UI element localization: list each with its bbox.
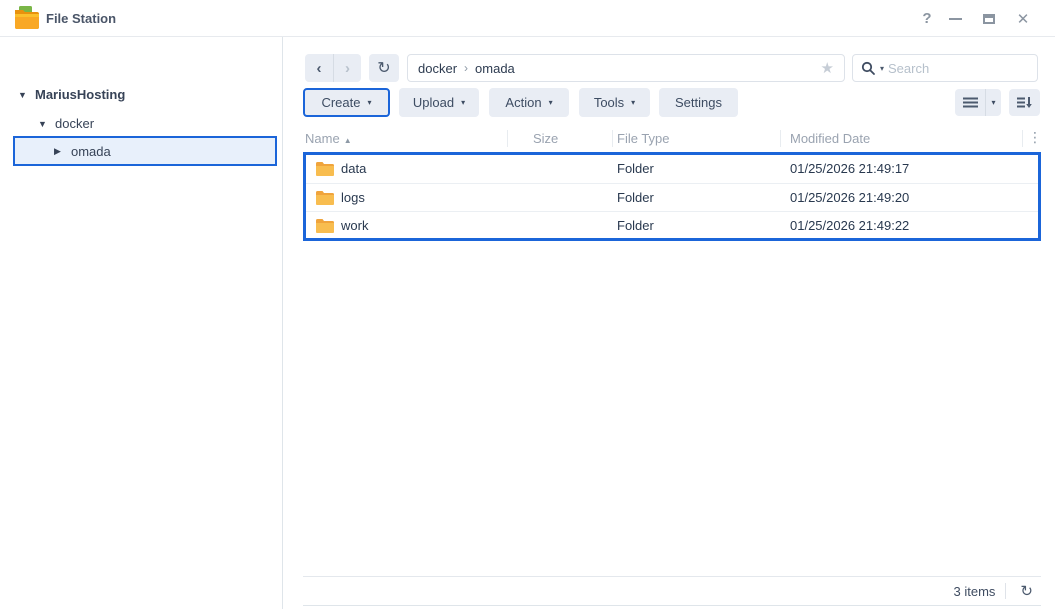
help-icon[interactable]: ? <box>912 0 942 37</box>
sidebar-item-mariushosting[interactable]: ▼ MariusHosting <box>18 87 125 102</box>
column-options-icon[interactable]: ⋮ <box>1028 129 1042 146</box>
breadcrumb-segment-docker[interactable]: docker <box>418 61 457 76</box>
folder-icon <box>316 162 334 179</box>
chevron-down-icon[interactable]: ▾ <box>985 89 1001 116</box>
column-header-modified-date[interactable]: Modified Date <box>790 131 870 146</box>
column-header-name[interactable]: Name ▲ <box>305 131 352 146</box>
app-title: File Station <box>46 11 117 26</box>
title-bar: File Station ? ✕ <box>0 0 1055 37</box>
breadcrumb-separator-icon: › <box>464 61 469 75</box>
tree-expanded-icon[interactable]: ▼ <box>18 90 28 100</box>
file-type: Folder <box>617 161 654 176</box>
table-row-logs[interactable]: logs Folder 01/25/2026 21:49:20 <box>306 183 1038 211</box>
search-box: ▾ <box>852 54 1038 82</box>
action-button[interactable]: Action ▾ <box>489 88 569 117</box>
folder-tree-sidebar: ▼ MariusHosting ▼ docker ▶ omada <box>0 37 283 609</box>
folder-icon <box>316 219 334 236</box>
file-modified-date: 01/25/2026 21:49:22 <box>790 218 910 233</box>
refresh-button[interactable]: ↻ <box>369 54 399 82</box>
sort-asc-icon: ▲ <box>343 136 352 145</box>
file-name: work <box>341 218 369 233</box>
file-modified-date: 01/25/2026 21:49:20 <box>790 190 910 205</box>
sort-icon <box>1016 96 1033 109</box>
file-type: Folder <box>617 218 654 233</box>
tree-item-label: MariusHosting <box>35 87 126 102</box>
breadcrumb-segment-omada[interactable]: omada <box>475 61 515 76</box>
history-nav-group: ‹ › <box>305 54 361 82</box>
maximize-icon[interactable] <box>974 0 1004 37</box>
selected-rows-highlight: data Folder 01/25/2026 21:49:17 logs Fol… <box>303 152 1041 241</box>
favorite-star-icon[interactable]: ★ <box>821 59 834 77</box>
tools-button[interactable]: Tools ▾ <box>579 88 650 117</box>
view-mode-split-button[interactable]: ▾ <box>955 89 1001 116</box>
table-row-work[interactable]: work Folder 01/25/2026 21:49:22 <box>306 211 1038 239</box>
tree-item-label: omada <box>71 143 111 159</box>
list-view-icon[interactable] <box>955 89 985 116</box>
status-divider <box>1005 583 1007 599</box>
search-icon[interactable] <box>861 61 876 76</box>
back-button[interactable]: ‹ <box>305 54 333 82</box>
items-count: 3 items <box>953 583 996 599</box>
column-header-size[interactable]: Size <box>533 131 558 146</box>
refresh-icon[interactable]: ↻ <box>1016 582 1037 600</box>
create-button[interactable]: Create ▾ <box>303 88 390 117</box>
chevron-down-icon: ▾ <box>548 98 553 107</box>
chevron-down-icon: ▾ <box>631 98 636 107</box>
chevron-down-icon: ▾ <box>367 98 372 107</box>
sidebar-item-omada-selected[interactable]: ▶ omada <box>13 136 277 166</box>
search-options-caret-icon[interactable]: ▾ <box>880 64 884 73</box>
close-icon[interactable]: ✕ <box>1008 0 1038 37</box>
tree-expanded-icon[interactable]: ▼ <box>38 119 48 129</box>
file-list-header: Name ▲ Size File Type Modified Date ⋮ <box>303 128 1042 152</box>
tree-item-label: docker <box>55 116 95 131</box>
breadcrumb[interactable]: docker › omada ★ <box>407 54 845 82</box>
file-type: Folder <box>617 190 654 205</box>
column-header-file-type[interactable]: File Type <box>617 131 670 146</box>
tree-collapsed-icon[interactable]: ▶ <box>54 146 64 157</box>
table-row-data[interactable]: data Folder 01/25/2026 21:49:17 <box>306 155 1038 183</box>
status-bar: 3 items ↻ <box>303 576 1041 606</box>
folder-icon <box>316 191 334 208</box>
settings-button[interactable]: Settings <box>659 88 738 117</box>
minimize-icon[interactable] <box>940 0 970 37</box>
forward-button[interactable]: › <box>333 54 361 82</box>
chevron-down-icon: ▾ <box>461 98 466 107</box>
upload-button[interactable]: Upload ▾ <box>399 88 479 117</box>
search-input[interactable] <box>888 60 1029 76</box>
file-name: data <box>341 161 367 176</box>
sidebar-item-docker[interactable]: ▼ docker <box>38 116 94 131</box>
file-station-app-icon <box>14 6 40 34</box>
sort-options-button[interactable] <box>1009 89 1040 116</box>
file-name: logs <box>341 190 365 205</box>
file-modified-date: 01/25/2026 21:49:17 <box>790 161 910 176</box>
